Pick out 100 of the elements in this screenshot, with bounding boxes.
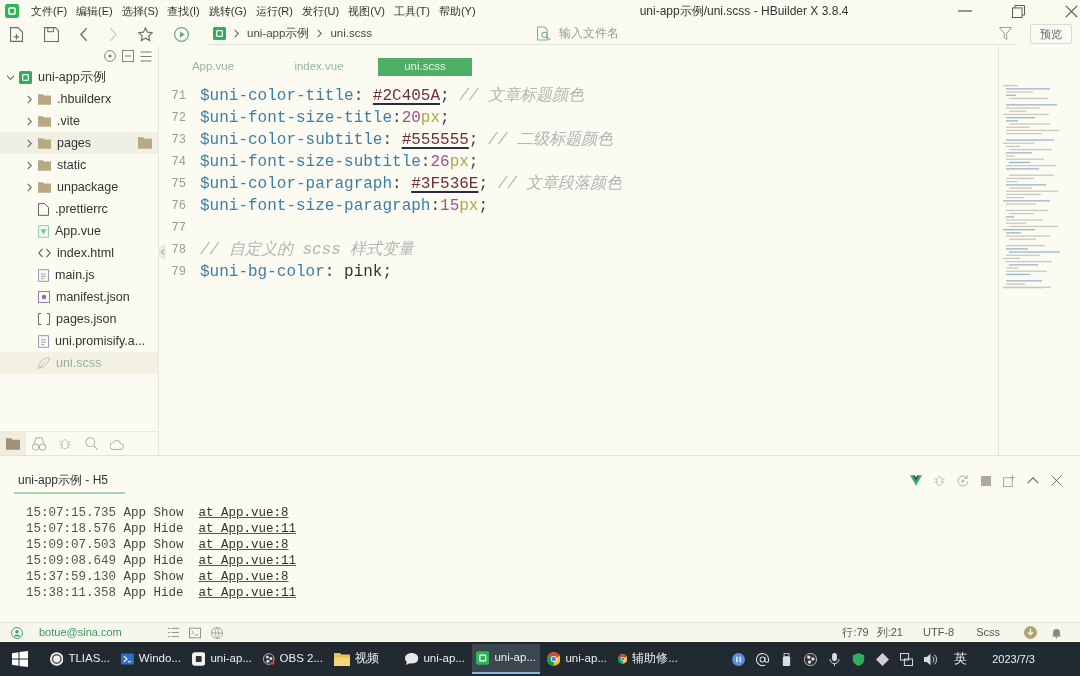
stop-icon[interactable] — [981, 475, 991, 486]
chevron-right-icon[interactable] — [26, 116, 32, 126]
chevron-right-icon[interactable] — [26, 138, 32, 148]
menu-item[interactable]: 文件(F) — [31, 2, 68, 20]
taskbar-item[interactable]: uni-ap... — [188, 644, 256, 674]
microphone-icon[interactable] — [828, 652, 842, 666]
terminal-icon — [121, 652, 134, 666]
at-sign-icon[interactable] — [756, 652, 770, 666]
file-encoding[interactable]: UTF-8 — [923, 624, 955, 641]
line-number: 71 — [170, 88, 186, 105]
bell-icon[interactable] — [1051, 626, 1062, 639]
line-number: 79 — [170, 264, 186, 281]
diamond-icon[interactable] — [876, 652, 890, 666]
close-icon[interactable] — [1051, 475, 1062, 486]
code-line: $uni-font-size-title:20px; — [200, 108, 450, 129]
ring-icon — [50, 651, 64, 667]
menu-item[interactable]: 选择(S) — [121, 2, 159, 20]
tree-item[interactable]: uni-app示例 — [0, 66, 158, 88]
tree-item[interactable]: .prettierrc — [0, 198, 158, 220]
input-method-indicator[interactable]: 英 — [954, 649, 968, 669]
code-line: $uni-font-size-subtitle:26px; — [200, 152, 479, 173]
log-message: App Hide — [123, 520, 184, 538]
project-icon[interactable] — [213, 27, 226, 40]
terminal-icon[interactable] — [188, 626, 201, 639]
chevron-right-icon[interactable] — [26, 94, 32, 104]
taskbar-item[interactable]: 辅助修... — [614, 644, 682, 674]
menu-item[interactable]: 编辑(E) — [76, 2, 113, 20]
menu-item[interactable]: 帮助(Y) — [438, 2, 476, 20]
windows-logo-icon[interactable] — [12, 651, 28, 667]
download-icon[interactable] — [1024, 626, 1037, 639]
log-time: 15:37:59.130 — [26, 568, 116, 586]
search-icon — [84, 437, 98, 450]
log-message: App Show — [123, 536, 184, 554]
collapse-all-icon[interactable] — [122, 50, 134, 62]
taskbar-item[interactable]: TLIAS... — [46, 644, 114, 674]
v-shaped-logo-icon[interactable] — [910, 475, 922, 486]
file-search-icon[interactable] — [537, 26, 551, 41]
preview-button[interactable]: 预览 — [1030, 24, 1072, 44]
save-icon[interactable] — [44, 26, 59, 42]
line-number: 78 — [170, 242, 186, 259]
add-window-icon[interactable] — [1003, 474, 1015, 487]
pause-icon[interactable] — [732, 652, 746, 666]
menu-item[interactable]: 查找(I) — [167, 2, 200, 20]
tree-item[interactable]: .hbuilderx — [0, 88, 158, 110]
tree-item[interactable]: unpackage — [0, 176, 158, 198]
three-dots-circle-icon[interactable] — [804, 652, 818, 666]
star-icon[interactable] — [138, 26, 153, 42]
taskbar-item[interactable]: 视频 — [330, 644, 398, 674]
console-tab[interactable]: uni-app示例 - H5 — [14, 468, 125, 494]
tree-item[interactable]: manifest.json — [0, 286, 158, 308]
window-title: uni-app示例/uni.scss - HBuilder X 3.8.4 — [639, 3, 849, 20]
taskbar-item[interactable]: uni-ap... — [543, 644, 611, 674]
folder-icon — [38, 137, 51, 149]
tree-item[interactable]: index.html — [0, 242, 158, 264]
play-icon[interactable] — [174, 26, 189, 42]
file-name-input[interactable]: 输入文件名 — [559, 24, 991, 43]
globe-icon[interactable] — [210, 626, 223, 639]
taskbar-item[interactable]: uni-ap... — [401, 644, 469, 674]
breadcrumb-link[interactable]: uni.scss — [330, 24, 372, 43]
file-language[interactable]: Scss — [976, 624, 1000, 641]
shield-icon[interactable] — [852, 652, 866, 666]
menu-item[interactable]: 视图(V) — [348, 2, 385, 20]
network-icon[interactable] — [900, 652, 914, 666]
collapse-handle-icon[interactable] — [158, 244, 166, 260]
breadcrumb-link[interactable]: uni-app示例 — [247, 24, 310, 43]
tree-item[interactable]: pages.json — [0, 308, 158, 330]
new-file-icon[interactable] — [10, 26, 23, 42]
filter-icon[interactable] — [999, 27, 1012, 40]
binoculars-icon — [32, 436, 46, 451]
clock-date[interactable]: 2023/7/3 — [992, 650, 1035, 668]
menu-icon[interactable] — [140, 50, 152, 62]
taskbar-item[interactable]: OBS 2... — [259, 644, 327, 674]
restore-icon[interactable] — [1012, 4, 1025, 18]
tree-item[interactable]: .vite — [0, 110, 158, 132]
chevron-right-icon[interactable] — [26, 160, 32, 170]
tree-item[interactable]: uni.promisify.a... — [0, 330, 158, 352]
tree-item[interactable]: pages — [0, 132, 158, 154]
locate-icon[interactable] — [104, 50, 116, 62]
line-number: 74 — [170, 154, 186, 171]
files-tab[interactable] — [0, 432, 26, 455]
user-icon[interactable] — [11, 626, 23, 639]
tree-item[interactable]: main.js — [0, 264, 158, 286]
chevron-down-icon[interactable] — [5, 74, 15, 80]
speaker-icon[interactable] — [924, 652, 938, 666]
menu-item[interactable]: 运行(R) — [255, 2, 293, 20]
menu-item[interactable]: 跳转(G) — [208, 2, 247, 20]
refresh-icon[interactable] — [957, 474, 969, 487]
square-brackets-icon — [38, 313, 50, 325]
menu-item[interactable]: 工具(T) — [393, 2, 430, 20]
list-icon[interactable] — [167, 627, 179, 638]
chevron-right-icon[interactable] — [26, 182, 32, 192]
taskbar-item[interactable]: Windo... — [117, 644, 185, 674]
close-icon[interactable] — [1065, 4, 1078, 18]
line-number: 73 — [170, 132, 186, 149]
tree-item[interactable]: static — [0, 154, 158, 176]
code-brackets-icon — [38, 248, 51, 258]
menu-item[interactable]: 发行(U) — [301, 2, 340, 20]
chevron-up-icon[interactable] — [1027, 477, 1039, 484]
taskbar-item[interactable]: uni-ap... — [472, 644, 540, 674]
tree-item[interactable]: App.vue — [0, 220, 158, 242]
